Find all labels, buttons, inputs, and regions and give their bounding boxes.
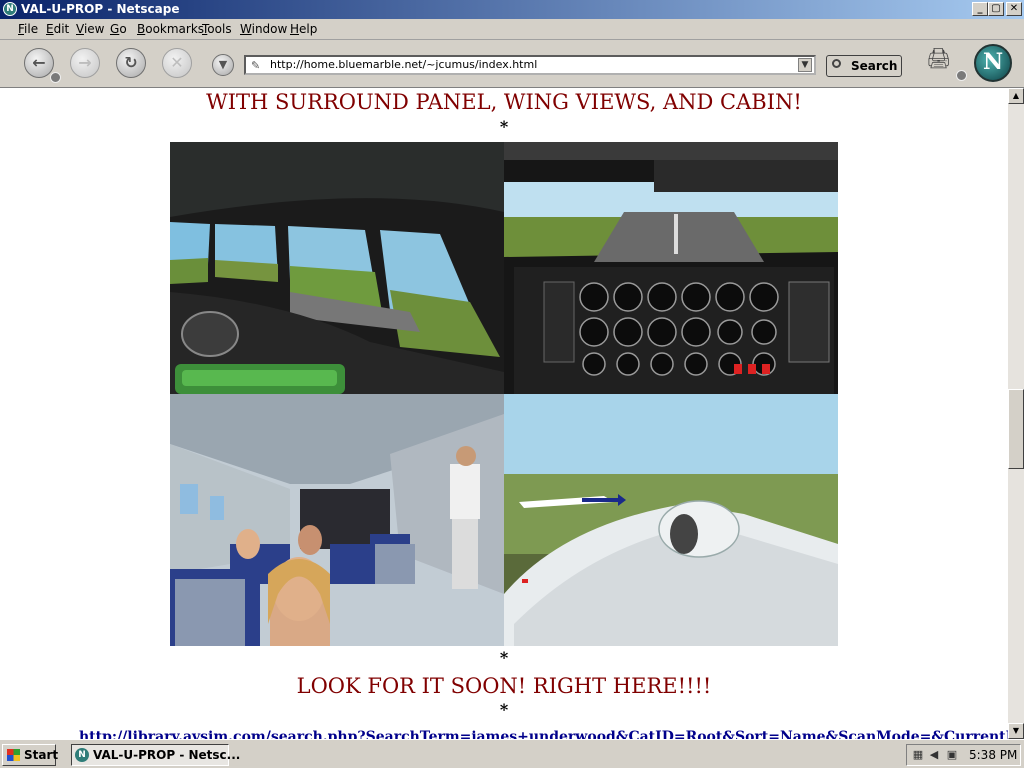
start-button[interactable]: Start [2, 744, 59, 766]
separator-star: * [499, 648, 509, 667]
menu-bar: File Edit View Go Bookmarks Tools Window… [0, 19, 1024, 40]
minimize-button[interactable]: _ [972, 2, 988, 16]
menu-go[interactable]: Go [110, 22, 127, 36]
volume-speaker-icon[interactable]: ◀ [927, 748, 941, 762]
menu-file[interactable]: File [18, 22, 38, 36]
taskbar-netscape-task[interactable]: N VAL-U-PROP - Netsc... [71, 744, 240, 766]
scroll-up-arrow-icon[interactable]: ▲ [1008, 88, 1024, 104]
back-arrow-icon[interactable]: ← [24, 48, 54, 78]
stop-icon[interactable]: ✕ [162, 48, 192, 78]
heading-look-for-it-soon: LOOK FOR IT SOON! RIGHT HERE!!!! [296, 674, 712, 698]
scroll-down-arrow-icon[interactable]: ▼ [1008, 723, 1024, 739]
print-icon[interactable]: 🖨 [926, 46, 956, 70]
windows-flag-icon [7, 749, 20, 761]
network-connection-icon[interactable]: ▣ [945, 748, 959, 762]
taskbar-task-label: VAL-U-PROP - Netsc... [93, 748, 241, 762]
wing-engine-view [504, 394, 838, 646]
heading-surround-panel: WITH SURROUND PANEL, WING VIEWS, AND CAB… [206, 90, 802, 114]
location-dropdown-icon[interactable]: ▼ [212, 54, 234, 76]
window-title-bar[interactable]: N VAL-U-PROP - Netscape _ ▢ ✕ [0, 0, 1024, 19]
url-text[interactable]: http://home.bluemarble.net/~jcumus/index… [270, 58, 537, 71]
forward-arrow-icon[interactable]: → [70, 48, 100, 78]
taskbar-clock[interactable]: 5:38 PM [969, 748, 1017, 762]
search-icon [832, 59, 841, 68]
search-button-label: Search [851, 59, 898, 73]
netscape-app-icon: N [3, 2, 17, 16]
menu-view[interactable]: View [76, 22, 104, 36]
scrollbar-thumb[interactable] [1008, 389, 1024, 469]
address-bar[interactable]: ✎ http://home.bluemarble.net/~jcumus/ind… [244, 55, 816, 75]
screenshot-collage [170, 142, 838, 646]
maximize-button[interactable]: ▢ [988, 2, 1004, 16]
search-button[interactable]: Search [826, 55, 902, 77]
scheduler-tray-icon[interactable]: ▦ [911, 748, 925, 762]
separator-star: * [499, 117, 509, 136]
menu-window[interactable]: Window [240, 22, 287, 36]
page-content: WITH SURROUND PANEL, WING VIEWS, AND CAB… [0, 88, 1008, 739]
windows-taskbar: Start N VAL-U-PROP - Netsc... ▦ ◀ ▣ 5:38… [0, 739, 1024, 768]
start-button-label: Start [24, 748, 59, 762]
separator-star: * [499, 700, 509, 719]
avsim-library-link[interactable]: http://library.avsim.com/search.php?Sear… [79, 729, 1008, 739]
menu-help[interactable]: Help [290, 22, 317, 36]
navigation-toolbar: ← → ↻ ✕ ▼ ✎ http://home.bluemarble.net/~… [0, 40, 1024, 88]
cockpit-side-window-view [170, 142, 504, 394]
vertical-scrollbar[interactable]: ▲ ▼ [1008, 88, 1024, 739]
netscape-task-icon: N [75, 748, 89, 762]
reload-icon[interactable]: ↻ [116, 48, 146, 78]
print-dropdown[interactable] [956, 70, 967, 81]
menu-bookmarks[interactable]: Bookmarks [137, 22, 204, 36]
passenger-cabin-view [170, 394, 504, 646]
window-title: VAL-U-PROP - Netscape [21, 2, 180, 16]
netscape-logo-icon[interactable]: N [974, 44, 1012, 82]
page-icon[interactable]: ✎ [251, 59, 262, 72]
cockpit-instrument-panel-view [504, 142, 838, 394]
system-tray: ▦ ◀ ▣ 5:38 PM [906, 744, 1021, 766]
url-history-dropdown-icon[interactable]: ▼ [798, 58, 812, 72]
close-button[interactable]: ✕ [1006, 2, 1022, 16]
menu-tools[interactable]: Tools [202, 22, 232, 36]
back-history-dropdown[interactable] [50, 72, 61, 83]
menu-edit[interactable]: Edit [46, 22, 69, 36]
